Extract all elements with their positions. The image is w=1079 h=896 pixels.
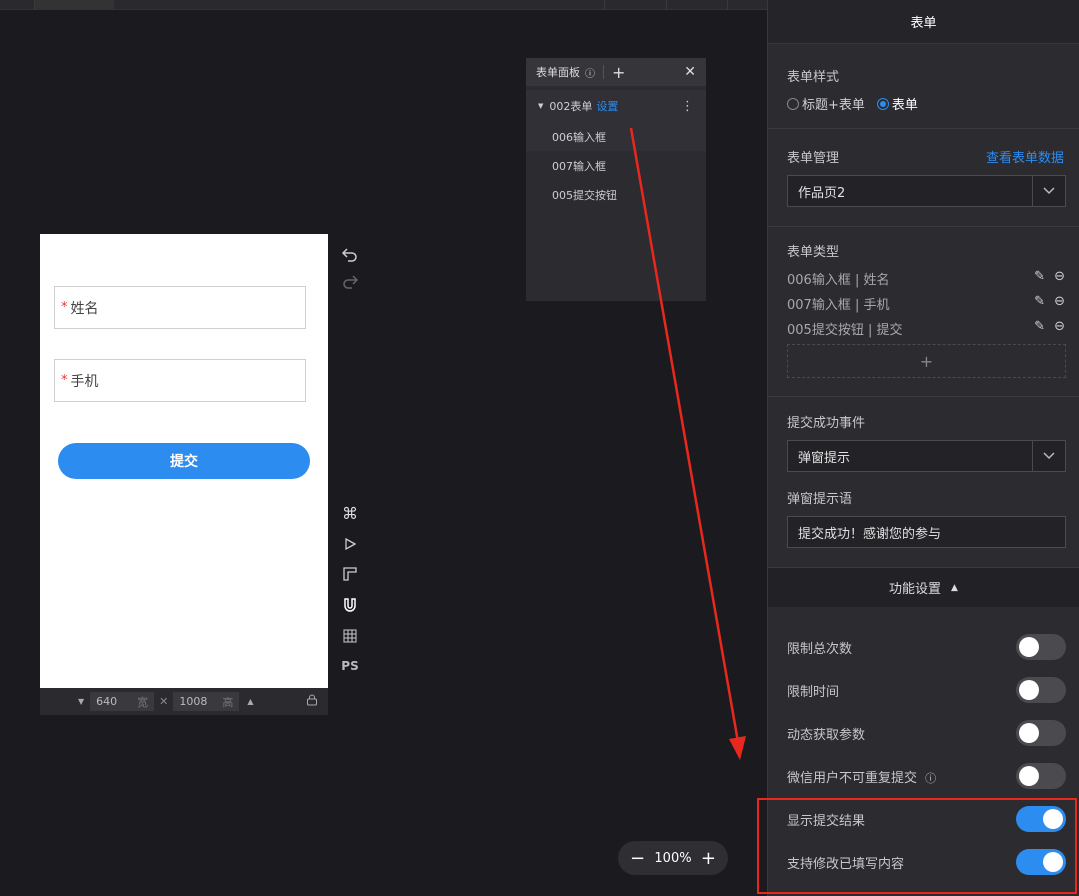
zoom-control: − 100% + [618, 841, 728, 875]
remove-icon[interactable]: ⊖ [1054, 269, 1065, 284]
form-manage-value: 作品页2 [798, 185, 846, 201]
properties-panel: 表单 表单样式 标题+表单 表单 表单管理 查看表单数据 作品页2 表单类型 0… [767, 0, 1079, 896]
popup-prompt-input[interactable]: 提交成功！感谢您的参与 [787, 516, 1066, 548]
radio-dot-icon [876, 97, 889, 110]
limit-time-toggle[interactable] [1016, 677, 1066, 703]
zoom-in-button[interactable]: + [701, 848, 716, 869]
feature-settings-title: 功能设置 [889, 582, 942, 597]
chevron-down-icon[interactable] [1032, 176, 1065, 206]
remove-icon[interactable]: ⊖ [1054, 319, 1065, 334]
toggle-knob [1019, 680, 1039, 700]
zoom-out-button[interactable]: − [630, 848, 645, 869]
form-style-section: 表单样式 标题+表单 表单 [768, 45, 1079, 129]
form-type-item: 005提交按钮 | 提交 ✎ ⊖ [787, 319, 1067, 339]
radio-label: 标题+表单 [802, 98, 865, 113]
feature-settings-header[interactable]: 功能设置 ▲ [768, 568, 1079, 607]
form-style-label: 表单样式 [787, 70, 840, 85]
submit-event-value: 弹窗提示 [798, 450, 851, 466]
caret-up-icon[interactable]: ▲ [951, 583, 958, 593]
form-manage-section: 表单管理 查看表单数据 作品页2 [768, 129, 1079, 227]
submit-event-select[interactable]: 弹窗提示 [787, 440, 1066, 472]
submit-event-label: 提交成功事件 [787, 416, 866, 431]
feature-label: 动态获取参数 [787, 728, 866, 743]
feature-label: 限制时间 [787, 685, 840, 700]
popup-prompt-label: 弹窗提示语 [787, 492, 853, 507]
view-form-data-link[interactable]: 查看表单数据 [986, 147, 1064, 166]
radio-dot-icon [787, 97, 799, 110]
submit-event-section: 提交成功事件 弹窗提示 弹窗提示语 提交成功！感谢您的参与 [768, 397, 1079, 568]
edit-icon[interactable]: ✎ [1034, 319, 1045, 334]
radio-label: 表单 [891, 98, 918, 113]
allow-edit-toggle[interactable] [1016, 849, 1066, 875]
radio-form[interactable]: 表单 [876, 94, 918, 113]
feature-label: 限制总次数 [787, 642, 853, 657]
feature-label: 显示提交结果 [787, 814, 866, 829]
form-manage-label: 表单管理 [787, 151, 840, 166]
popup-prompt-value: 提交成功！感谢您的参与 [798, 526, 942, 542]
feature-label: 支持修改已填写内容 [787, 857, 905, 872]
zoom-level: 100% [654, 850, 692, 866]
help-icon[interactable]: ⓘ [925, 772, 936, 785]
dynamic-params-toggle[interactable] [1016, 720, 1066, 746]
form-type-item-label: 007输入框 | 手机 [787, 298, 890, 313]
form-type-item: 007输入框 | 手机 ✎ ⊖ [787, 294, 1067, 314]
toggle-knob [1043, 809, 1063, 829]
form-type-item-label: 005提交按钮 | 提交 [787, 323, 903, 338]
feature-label-text: 微信用户不可重复提交 [787, 771, 918, 786]
form-manage-select[interactable]: 作品页2 [787, 175, 1066, 207]
form-style-radios: 标题+表单 表单 [787, 94, 930, 113]
limit-total-toggle[interactable] [1016, 634, 1066, 660]
wechat-no-repeat-toggle[interactable] [1016, 763, 1066, 789]
edit-icon[interactable]: ✎ [1034, 269, 1045, 284]
feature-label: 微信用户不可重复提交 ⓘ [787, 767, 936, 786]
add-form-item-button[interactable]: + [787, 344, 1066, 378]
properties-title: 表单 [768, 0, 1079, 44]
form-type-item-label: 006输入框 | 姓名 [787, 273, 890, 288]
toggle-knob [1019, 637, 1039, 657]
show-result-toggle[interactable] [1016, 806, 1066, 832]
form-type-label: 表单类型 [787, 245, 840, 260]
edit-icon[interactable]: ✎ [1034, 294, 1045, 309]
toggle-knob [1019, 723, 1039, 743]
toggle-knob [1019, 766, 1039, 786]
form-type-item: 006输入框 | 姓名 ✎ ⊖ [787, 269, 1067, 289]
form-type-section: 表单类型 006输入框 | 姓名 ✎ ⊖ 007输入框 | 手机 ✎ ⊖ 005… [768, 227, 1079, 397]
radio-title-form[interactable]: 标题+表单 [787, 94, 865, 113]
chevron-down-icon[interactable] [1032, 441, 1065, 471]
toggle-knob [1043, 852, 1063, 872]
remove-icon[interactable]: ⊖ [1054, 294, 1065, 309]
